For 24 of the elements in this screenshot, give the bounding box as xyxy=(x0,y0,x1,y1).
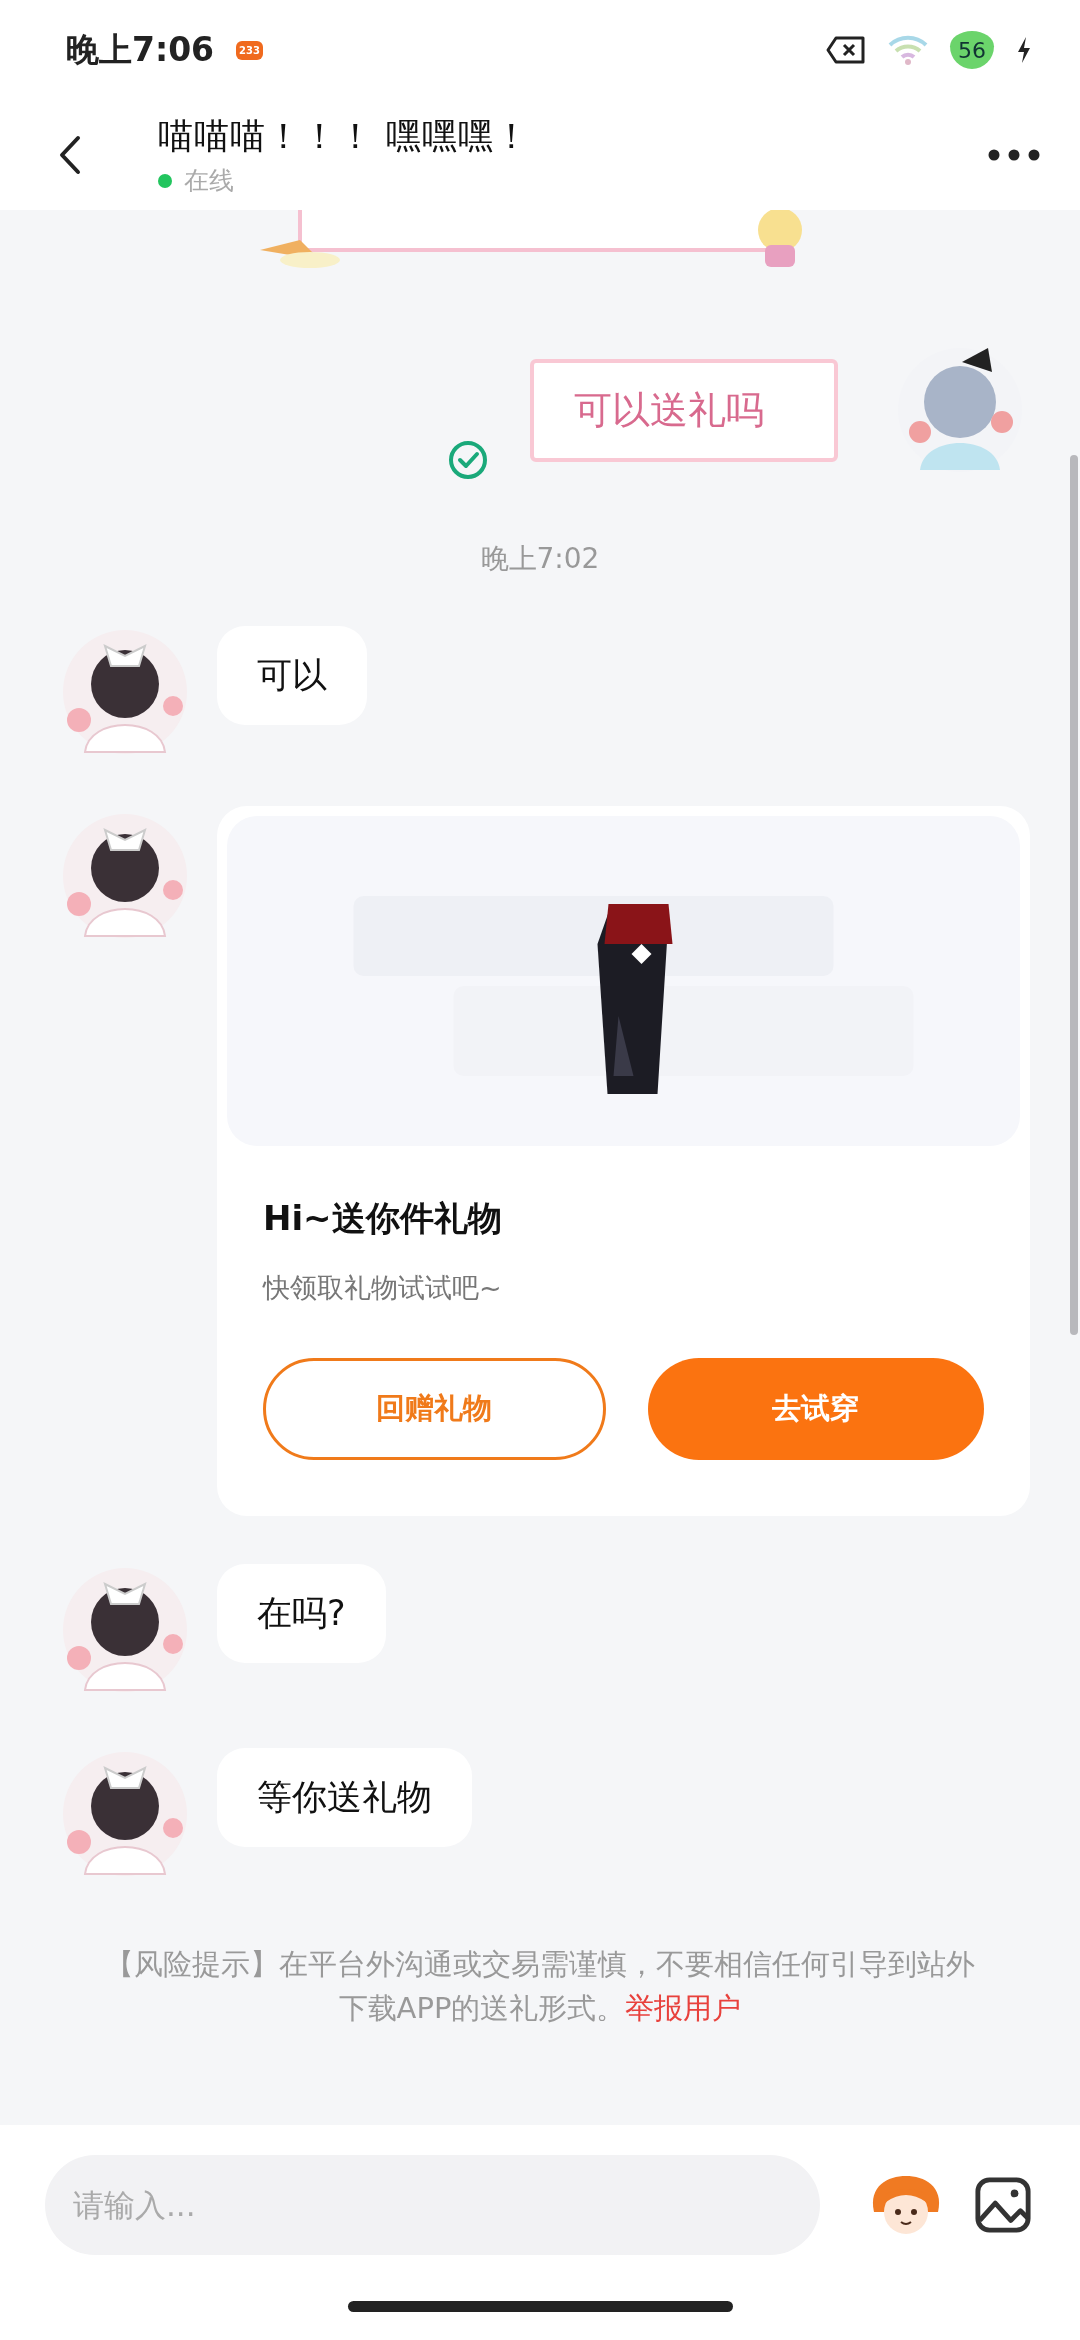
wifi-icon xyxy=(888,33,928,67)
message-input[interactable]: 请输入... xyxy=(45,2155,820,2255)
try-on-button[interactable]: 去试穿 xyxy=(647,1358,984,1460)
battery-indicator: 56 xyxy=(950,31,994,69)
gift-subtitle: 快领取礼物试试吧~ xyxy=(263,1271,503,1305)
message-text: 可以送礼吗 xyxy=(574,387,764,432)
gift-title: Hi~送你件礼物 xyxy=(263,1197,503,1240)
risk-notice: 【风险提示】在平台外沟通或交易需谨慎，不要相信任何引导到站外下载APP的送礼形式。举报用户 xyxy=(104,1946,976,2027)
timestamp: 晚上7:02 xyxy=(480,541,600,577)
report-user-link[interactable]: 举报用户 xyxy=(625,1991,742,2025)
message-bubble: 可以 xyxy=(217,626,367,725)
charging-icon xyxy=(1016,36,1032,64)
message-bubble: 在吗? xyxy=(217,1564,386,1663)
gift-card[interactable]: Hi~送你件礼物 快领取礼物试试吧~ 回赠礼物 去试穿 xyxy=(217,806,1030,1516)
back-icon[interactable] xyxy=(58,135,82,175)
app-notification-icon: 233 xyxy=(236,40,263,60)
return-gift-button[interactable]: 回赠礼物 xyxy=(263,1358,606,1460)
image-icon[interactable] xyxy=(974,2176,1032,2234)
more-icon[interactable] xyxy=(988,149,1040,161)
chat-title: 喵喵喵！！！ 嘿嘿嘿！ xyxy=(158,115,532,158)
status-time: 晚上7:06 xyxy=(66,28,215,71)
online-status: 在线 xyxy=(184,165,234,197)
no-sim-icon xyxy=(826,35,866,65)
message-bubble: 等你送礼物 xyxy=(217,1748,472,1847)
